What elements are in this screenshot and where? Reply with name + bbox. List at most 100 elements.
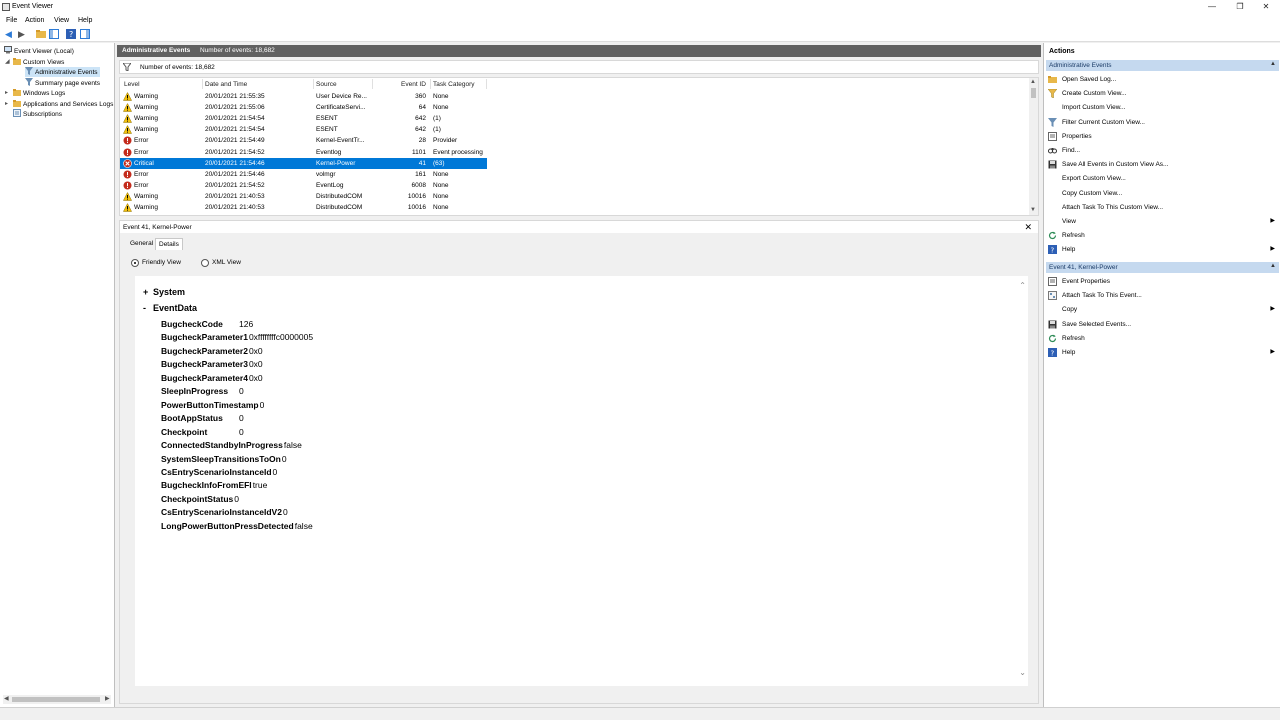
- table-row[interactable]: Warning 20/01/2021 21:40:53 DistributedCOM…: [120, 191, 487, 202]
- section-eventdata[interactable]: EventData: [153, 303, 197, 313]
- scroll-thumb[interactable]: [1031, 88, 1036, 98]
- collapse-group-icon[interactable]: ▲: [1270, 263, 1276, 269]
- tree-item-summary-page-events[interactable]: Summary page events: [25, 78, 100, 88]
- action-save-all-events[interactable]: Save All Events in Custom View As...: [1048, 159, 1277, 170]
- cell-source: Kernel-EventTr...: [316, 137, 365, 145]
- table-row[interactable]: Warning 20/01/2021 21:54:54 ESENT 642 (1): [120, 124, 487, 135]
- action-refresh[interactable]: Refresh: [1048, 230, 1277, 241]
- close-window-button[interactable]: ✕: [1252, 0, 1280, 14]
- open-folder-icon[interactable]: [35, 29, 46, 40]
- title-bar: Event Viewer — ❐ ✕: [0, 0, 1280, 14]
- scroll-thumb[interactable]: [12, 697, 100, 702]
- column-header-event-id[interactable]: Event ID: [401, 81, 426, 88]
- column-header-source[interactable]: Source: [316, 81, 337, 88]
- tree-item-event-viewer-local[interactable]: Event Viewer (Local): [4, 46, 74, 56]
- table-row[interactable]: Error 20/01/2021 21:54:49 Kernel-EventTr..…: [120, 135, 487, 146]
- detail-scroll-up-icon[interactable]: ⌃: [1019, 281, 1026, 290]
- events-table-vertical-scrollbar[interactable]: ▲ ▼: [1029, 78, 1038, 215]
- tree-horizontal-scrollbar[interactable]: ◀ ▶: [3, 695, 111, 704]
- menu-action[interactable]: Action: [25, 17, 44, 24]
- table-row[interactable]: Error 20/01/2021 21:54:52 Eventlog 1101 Even…: [120, 147, 487, 158]
- table-row[interactable]: Critical 20/01/2021 21:54:46 Kernel-Power 4…: [120, 157, 487, 169]
- expand-system-toggle[interactable]: +: [143, 287, 148, 297]
- task-icon: [1048, 291, 1057, 301]
- table-row[interactable]: Warning 20/01/2021 21:55:35 User Device Re…: [120, 91, 487, 102]
- detail-scroll-down-icon[interactable]: ⌄: [1019, 668, 1026, 677]
- scroll-up-arrow-icon[interactable]: ▲: [1030, 79, 1036, 85]
- forward-arrow-icon[interactable]: ▶: [16, 29, 27, 40]
- field-value: 0: [239, 426, 244, 437]
- field-value: 0x0: [248, 345, 263, 356]
- menu-file[interactable]: File: [6, 17, 17, 24]
- cell-task-category: (1): [433, 126, 441, 134]
- table-row[interactable]: Warning 20/01/2021 21:54:54 ESENT 642 (1): [120, 113, 487, 124]
- field-name: Checkpoint: [161, 426, 208, 437]
- submenu-arrow-icon: ▶: [1270, 218, 1275, 224]
- close-detail-icon[interactable]: ✕: [1024, 222, 1032, 233]
- tree-item-subscriptions[interactable]: Subscriptions: [13, 109, 62, 119]
- menu-view[interactable]: View: [54, 17, 69, 24]
- show-hide-tree-icon[interactable]: [48, 29, 59, 40]
- action-export-custom-view[interactable]: Export Custom View...: [1048, 173, 1277, 184]
- view-title: Administrative Events: [122, 47, 191, 54]
- scroll-right-arrow-icon[interactable]: ▶: [105, 695, 110, 702]
- action-open-saved-log[interactable]: Open Saved Log...: [1048, 74, 1277, 85]
- action-label: Copy: [1062, 306, 1078, 314]
- column-header-level[interactable]: Level: [124, 81, 140, 88]
- tab-general[interactable]: General: [127, 238, 156, 250]
- section-system[interactable]: System: [153, 287, 185, 297]
- menu-help[interactable]: Help: [78, 17, 92, 24]
- cell-level: Warning: [134, 104, 158, 112]
- eventdata-field: BugcheckInfoFromEFItrue: [161, 480, 267, 490]
- action-help[interactable]: ? Help ▶: [1048, 244, 1277, 255]
- tree-item-windows-logs[interactable]: Windows Logs: [13, 88, 65, 98]
- column-header-date-time[interactable]: Date and Time: [205, 81, 247, 88]
- scroll-left-arrow-icon[interactable]: ◀: [4, 695, 9, 702]
- xml-view-radio[interactable]: [201, 259, 209, 267]
- scroll-down-arrow-icon[interactable]: ▼: [1030, 207, 1036, 213]
- action-label: Save All Events in Custom View As...: [1062, 161, 1169, 169]
- eventdata-field: PowerButtonTimestamp0: [161, 400, 264, 410]
- collapse-custom-views-icon[interactable]: ◢: [5, 58, 10, 65]
- back-arrow-icon[interactable]: ◀: [3, 29, 14, 40]
- action-attach-task-custom-view[interactable]: Attach Task To This Custom View...: [1048, 202, 1277, 213]
- action-event-properties[interactable]: Event Properties: [1048, 276, 1277, 287]
- error-icon: [123, 181, 132, 190]
- collapse-group-icon[interactable]: ▲: [1270, 61, 1276, 67]
- tab-details[interactable]: Details: [155, 238, 183, 250]
- action-attach-task-event[interactable]: Attach Task To This Event...: [1048, 290, 1277, 301]
- action-filter-current-custom-view[interactable]: Filter Current Custom View...: [1048, 117, 1277, 128]
- minimize-button[interactable]: —: [1198, 0, 1226, 14]
- restore-button[interactable]: ❐: [1226, 0, 1254, 14]
- action-create-custom-view[interactable]: Create Custom View...: [1047, 88, 1277, 99]
- table-row[interactable]: Error 20/01/2021 21:54:46 volmgr 161 None: [120, 169, 487, 180]
- actions-group-administrative-events[interactable]: Administrative Events ▲: [1046, 60, 1279, 71]
- tree-item-administrative-events[interactable]: Administrative Events: [25, 67, 100, 77]
- tree-item-custom-views[interactable]: Custom Views: [13, 57, 64, 67]
- action-view[interactable]: View ▶: [1048, 216, 1277, 227]
- action-properties[interactable]: Properties: [1048, 131, 1277, 142]
- events-table: Level Date and Time Source Event ID Task…: [119, 77, 1039, 216]
- table-row[interactable]: Error 20/01/2021 21:54:52 EventLog 6008 None: [120, 180, 487, 191]
- field-name: CheckpointStatus: [161, 493, 234, 504]
- table-row[interactable]: Warning 20/01/2021 21:55:06 CertificateSer…: [120, 102, 487, 113]
- expand-windows-logs-icon[interactable]: ▸: [5, 89, 8, 96]
- action-help[interactable]: ? Help ▶: [1048, 347, 1277, 358]
- table-row[interactable]: Warning 20/01/2021 21:40:53 DistributedCOM…: [120, 202, 487, 213]
- help-book-icon[interactable]: ?: [65, 29, 76, 40]
- actions-group-event-41[interactable]: Event 41, Kernel-Power ▲: [1046, 262, 1279, 273]
- tree-item-applications-and-services-logs[interactable]: Applications and Services Logs: [13, 99, 113, 109]
- cell-task-category: Provider: [433, 137, 458, 145]
- action-save-selected-events[interactable]: Save Selected Events...: [1048, 319, 1277, 330]
- action-copy[interactable]: Copy ▶: [1048, 304, 1277, 315]
- cell-source: User Device Re...: [316, 93, 367, 100]
- action-find[interactable]: Find...: [1048, 145, 1277, 156]
- action-refresh[interactable]: Refresh: [1048, 333, 1277, 344]
- expand-applications-logs-icon[interactable]: ▸: [5, 100, 8, 107]
- action-copy-custom-view[interactable]: Copy Custom View...: [1048, 188, 1277, 199]
- friendly-view-radio[interactable]: [131, 259, 139, 267]
- action-import-custom-view[interactable]: Import Custom View...: [1048, 102, 1277, 113]
- column-header-task-category[interactable]: Task Category: [433, 81, 475, 88]
- show-hide-action-pane-icon[interactable]: [79, 29, 90, 40]
- collapse-eventdata-toggle[interactable]: -: [143, 303, 146, 313]
